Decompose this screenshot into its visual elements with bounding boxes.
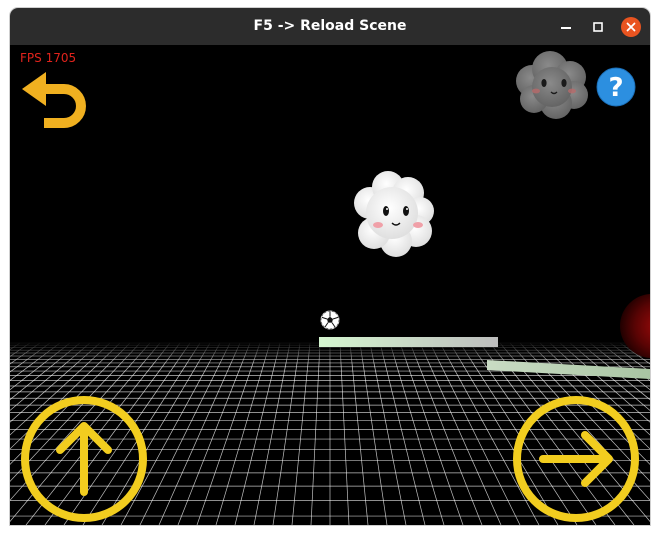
game-scene[interactable]: FPS 1705 ? [10,45,650,525]
help-text: ? [608,73,623,103]
minimize-button[interactable] [556,17,576,37]
fps-counter: FPS 1705 [20,51,77,65]
jump-button[interactable] [20,395,148,523]
title-bar: F5 -> Reload Scene [10,8,650,45]
platform-main [319,337,498,347]
back-button[interactable] [20,69,86,129]
close-button[interactable] [621,17,641,37]
maximize-icon [593,22,603,32]
minimize-icon [561,27,571,29]
help-button[interactable]: ? [596,67,636,107]
undo-arrow-icon [22,72,86,128]
cloud-face [354,171,434,257]
move-right-button[interactable] [512,395,640,523]
question-mark-icon: ? [596,67,636,107]
cloud-dim [516,51,588,119]
arrow-up-circle-icon [21,396,147,522]
game-window: F5 -> Reload Scene FPS 1705 ? [10,8,650,525]
ball [320,310,340,330]
window-title: F5 -> Reload Scene [253,18,407,34]
close-icon [621,17,641,37]
maximize-button[interactable] [588,17,608,37]
arrow-right-circle-icon [513,396,639,522]
